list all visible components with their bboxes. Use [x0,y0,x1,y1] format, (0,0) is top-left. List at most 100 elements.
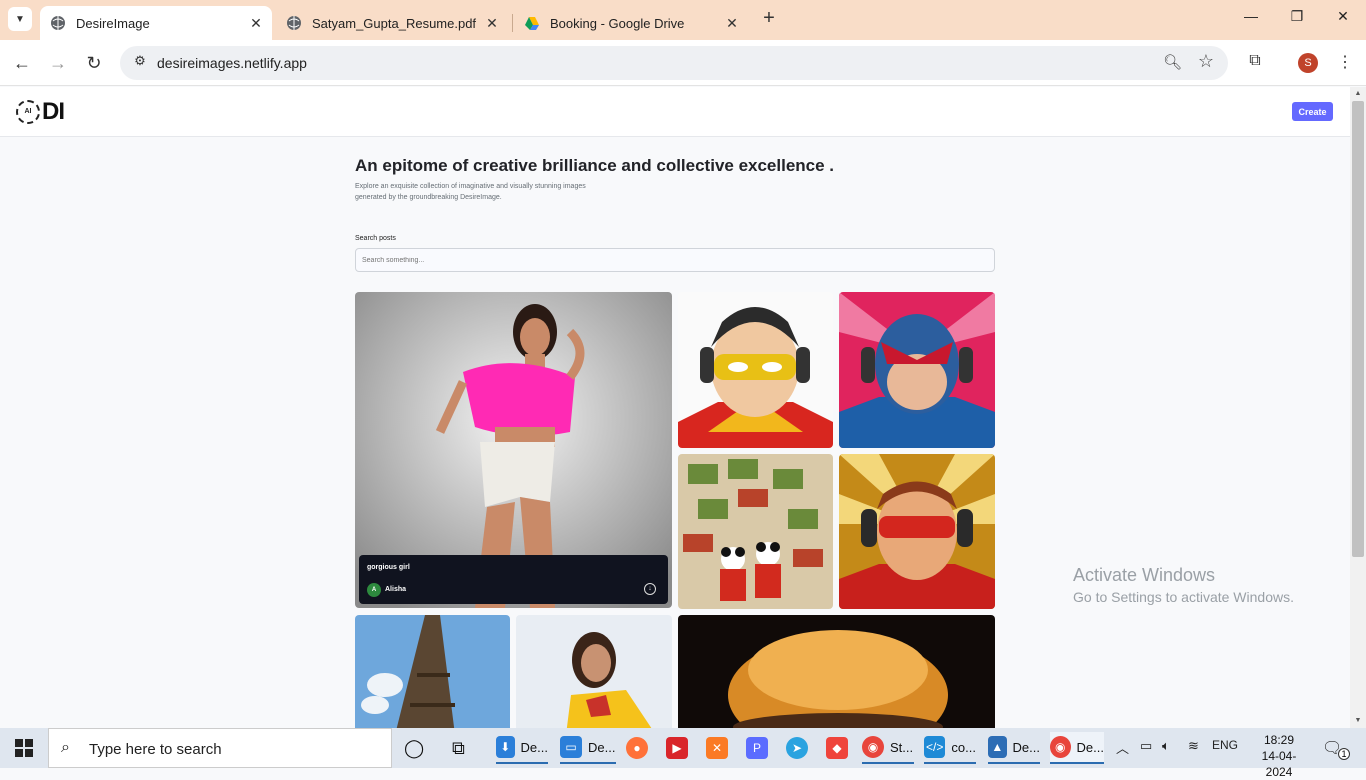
taskbar-app-downloads[interactable]: ⬇ De... [496,732,548,764]
create-button[interactable]: Create [1292,102,1333,121]
windows-start-button[interactable] [0,728,48,768]
taskbar-app-desktop[interactable]: ▭ De... [560,732,616,764]
taskbar-app-firefox[interactable]: ● [626,732,654,764]
new-tab-button[interactable]: + [758,8,780,30]
taskbar-app-label: De... [588,739,616,755]
cortana-icon[interactable]: ◯ [404,732,424,764]
taskbar-app-label: St... [890,739,914,755]
activate-windows-watermark: Activate Windows Go to Settings to activ… [1073,565,1294,605]
tab-resume-pdf[interactable]: Satyam_Gupta_Resume.pdf ✕ [276,6,508,40]
extensions-icon[interactable]: ⧉ [1244,52,1266,74]
taskbar-app-label: De... [1012,739,1040,755]
profile-avatar[interactable]: S [1298,53,1318,73]
site-header: AI DI Create [0,87,1350,137]
taskbar-app-p[interactable]: P [746,732,774,764]
chevron-down-icon: ▼ [15,13,25,25]
tab-title: DesireImage [76,15,150,31]
close-icon[interactable]: ✕ [482,15,502,32]
p-icon: P [746,737,768,759]
anydesk-icon: ◆ [826,737,848,759]
reload-button[interactable]: ↻ [81,50,107,76]
site-logo[interactable]: AI DI [16,98,65,126]
ai-chip-icon: AI [16,100,40,124]
page-scrollbar[interactable]: ▲ ▼ [1350,87,1366,728]
taskbar-app-camera[interactable]: ▶ [666,732,694,764]
taskbar-app-chrome-active[interactable]: ◉ De... [1050,732,1104,764]
zoom-icon[interactable]: 🔍︎ [1163,53,1182,71]
language-indicator[interactable]: ENG [1212,738,1238,752]
firefox-icon: ● [626,737,648,759]
system-clock[interactable]: 18:29 14-04-2024 [1256,732,1302,780]
web-page: AI DI Create An epitome of creative bril… [0,87,1350,728]
task-view-icon[interactable]: ⧉ [452,732,465,764]
tab-title: Booking - Google Drive [550,15,685,31]
eiffel-tower-image [355,615,510,728]
red-hero-image [839,454,995,609]
masked-hero-image [839,292,995,448]
scroll-up-icon[interactable]: ▲ [1350,87,1366,101]
gallery-card[interactable] [678,615,995,728]
chrome-icon: ◉ [1050,736,1071,758]
woman-portrait-image [516,615,672,728]
tab-search-button[interactable]: ▼ [8,7,32,31]
more-menu-icon[interactable]: ⋮ [1334,52,1356,74]
tab-strip: ▼ DesireImage ✕ Satyam_Gupta_Resume.pdf … [0,0,1366,40]
close-window-button[interactable]: ✕ [1320,8,1366,32]
taskbar-search-placeholder: Type here to search [89,741,222,758]
taskbar-app-telegram[interactable]: ➤ [786,732,814,764]
browser-toolbar: ← → ↻ ⚙ desireimages.netlify.app 🔍︎ ☆ ⧉ … [0,40,1366,86]
taskbar-app-chrome-st[interactable]: ◉ St... [862,732,914,764]
download-icon[interactable]: ↓ [644,583,656,595]
forward-button[interactable]: → [45,50,71,76]
wifi-icon[interactable]: ≋ [1188,738,1199,754]
taskbar-app-xampp[interactable]: ✕ [706,732,734,764]
close-icon[interactable]: ✕ [246,15,266,32]
gallery-card[interactable] [516,615,672,728]
taskbar-app-label: De... [1076,739,1104,755]
close-icon[interactable]: ✕ [722,15,742,32]
author-avatar: A [367,583,381,597]
taskbar-app-anydesk[interactable]: ◆ [826,732,854,764]
tab-desireimage[interactable]: DesireImage ✕ [40,6,272,40]
address-bar[interactable]: ⚙ desireimages.netlify.app 🔍︎ ☆ [120,46,1228,80]
bookmark-star-icon[interactable]: ☆ [1198,51,1214,72]
camera-icon: ▶ [666,737,688,759]
chevron-up-icon[interactable]: ︿ [1116,738,1129,757]
taskbar-search-box[interactable]: ⌕ Type here to search [48,728,392,768]
vscode-icon: </> [924,736,946,758]
scrollbar-thumb[interactable] [1352,101,1364,557]
gallery-card[interactable] [355,615,510,728]
restore-button[interactable]: ❐ [1274,8,1320,32]
battery-icon[interactable]: ▭ [1140,738,1152,754]
card-author: Alisha [385,586,407,593]
globe-icon [286,15,302,31]
burger-image [678,615,995,728]
download-icon: ⬇ [496,736,515,758]
chrome-icon: ◉ [862,736,884,758]
search-label: Search posts [355,235,396,242]
hero-headphones-image [678,292,833,448]
taskbar-app-vscode[interactable]: </> co... [924,732,976,764]
taskbar-app-label: co... [951,739,976,755]
telegram-icon: ➤ [786,737,808,759]
search-input[interactable] [355,248,995,272]
site-info-icon[interactable]: ⚙ [130,53,150,73]
tab-google-drive[interactable]: Booking - Google Drive ✕ [514,6,748,40]
gallery-card[interactable] [678,454,833,609]
scroll-down-icon[interactable]: ▼ [1350,714,1366,728]
gallery-card[interactable] [839,292,995,448]
gallery-card[interactable] [678,292,833,448]
minimize-button[interactable]: — [1228,8,1274,32]
back-button[interactable]: ← [9,50,35,76]
clock-time: 18:29 [1263,733,1295,747]
card-info-overlay: gorgious girl A Alisha ↓ [359,555,668,604]
taskbar-app-photos[interactable]: ▲ De... [988,732,1040,764]
desktop-icon: ▭ [560,736,582,758]
notification-count-badge: 1 [1338,748,1350,760]
volume-icon[interactable]: 🔈︎ [1162,738,1170,754]
page-title: An epitome of creative brilliance and co… [355,156,835,175]
url-text[interactable]: desireimages.netlify.app [157,55,307,71]
tab-separator [512,14,513,32]
gallery-card[interactable] [839,454,995,609]
gallery-card-featured[interactable]: gorgious girl A Alisha ↓ [355,292,672,608]
